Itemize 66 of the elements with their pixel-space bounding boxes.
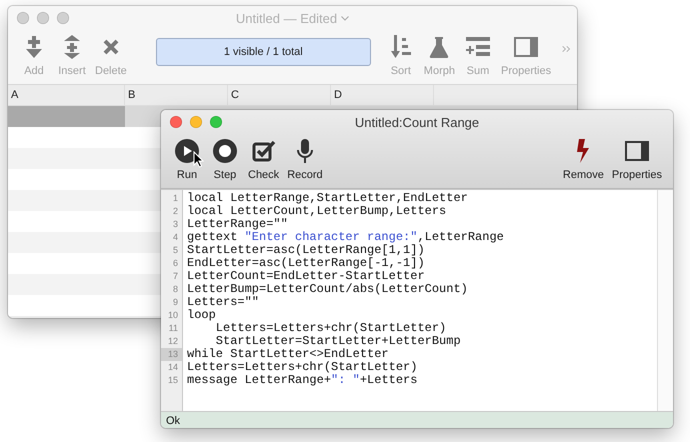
insert-row-icon xyxy=(63,35,81,59)
column-header[interactable]: C xyxy=(228,85,331,105)
mouse-pointer-icon xyxy=(193,151,204,168)
status-bar: Ok xyxy=(161,411,673,428)
minimize-button[interactable] xyxy=(190,116,202,128)
line-number: 14 xyxy=(166,361,179,374)
add-lines-icon xyxy=(466,37,490,57)
code-line: Letters=Letters+chr(StartLetter) xyxy=(214,322,448,335)
scrollbar-track[interactable] xyxy=(657,190,673,411)
line-number: 12 xyxy=(166,335,179,348)
column-header[interactable]: B xyxy=(125,85,228,105)
sort-icon xyxy=(390,35,411,59)
zoom-button[interactable] xyxy=(57,12,69,24)
line-number: 4 xyxy=(172,231,179,244)
overflow-chevron-icon[interactable] xyxy=(562,44,571,54)
code-line: EndLetter=asc(LetterRange[-1,-1]) xyxy=(187,257,426,270)
toolbar-button[interactable]: Step xyxy=(207,138,243,181)
code-line: Letters="" xyxy=(187,296,260,309)
window-title: Untitled — Edited xyxy=(236,10,338,26)
code-line: LetterRange="" xyxy=(187,218,289,231)
code-line: gettext "Enter character range:",LetterRange xyxy=(187,231,505,244)
lightning-icon xyxy=(576,139,590,163)
line-number: 9 xyxy=(172,296,179,309)
toolbar-button[interactable]: Remove xyxy=(560,138,607,181)
microphone-icon xyxy=(296,139,313,163)
code-line: LetterBump=LetterCount/abs(LetterCount) xyxy=(187,283,469,296)
code-line: Letters=Letters+chr(StartLetter) xyxy=(187,361,418,374)
flask-icon xyxy=(429,36,450,58)
delete-x-icon xyxy=(102,39,119,55)
minimize-button[interactable] xyxy=(37,12,49,24)
line-number: 7 xyxy=(172,270,179,283)
code-line: message LetterRange+": "+Letters xyxy=(187,374,418,387)
add-below-icon xyxy=(24,36,44,58)
toolbar-button[interactable]: Properties xyxy=(608,138,665,181)
code-line: StartLetter=asc(LetterRange[1,1]) xyxy=(187,244,426,257)
code-line: local LetterRange,StartLetter,EndLetter xyxy=(187,192,469,205)
code-line: local LetterCount,LetterBump,Letters xyxy=(187,205,448,218)
line-number: 11 xyxy=(168,322,179,335)
line-number: 3 xyxy=(172,218,179,231)
stop-circle-icon xyxy=(213,139,237,163)
column-header[interactable]: A xyxy=(8,85,125,105)
column-header[interactable]: D xyxy=(331,85,434,105)
toolbar-button[interactable]: Check xyxy=(245,138,282,181)
toolbar-button[interactable]: Record xyxy=(284,138,326,181)
line-number: 8 xyxy=(172,283,179,296)
status-field[interactable]: 1 visible / 1 total xyxy=(156,38,371,66)
line-number: 2 xyxy=(172,205,179,218)
code-line: StartLetter=StartLetter+LetterBump xyxy=(214,335,462,348)
close-button[interactable] xyxy=(17,12,29,24)
window-title: Untitled:Count Range xyxy=(354,114,480,130)
checkbox-icon xyxy=(252,140,276,162)
code-line: loop xyxy=(187,309,217,322)
line-number: 5 xyxy=(172,244,179,257)
code-line: LetterCount=EndLetter-StartLetter xyxy=(187,270,426,283)
sidebar-panel-icon xyxy=(624,141,649,161)
zoom-button[interactable] xyxy=(210,116,222,128)
chevron-down-icon[interactable] xyxy=(341,16,350,20)
close-button[interactable] xyxy=(170,116,182,128)
sidebar-panel-icon xyxy=(514,37,538,57)
line-number: 15 xyxy=(166,374,179,387)
line-number: 6 xyxy=(172,257,179,270)
line-number: 13 xyxy=(161,348,182,361)
line-number: 10 xyxy=(166,309,179,322)
code-line: while StartLetter<>EndLetter xyxy=(187,348,390,361)
code-editor[interactable] xyxy=(161,189,673,411)
line-number: 1 xyxy=(172,192,179,205)
